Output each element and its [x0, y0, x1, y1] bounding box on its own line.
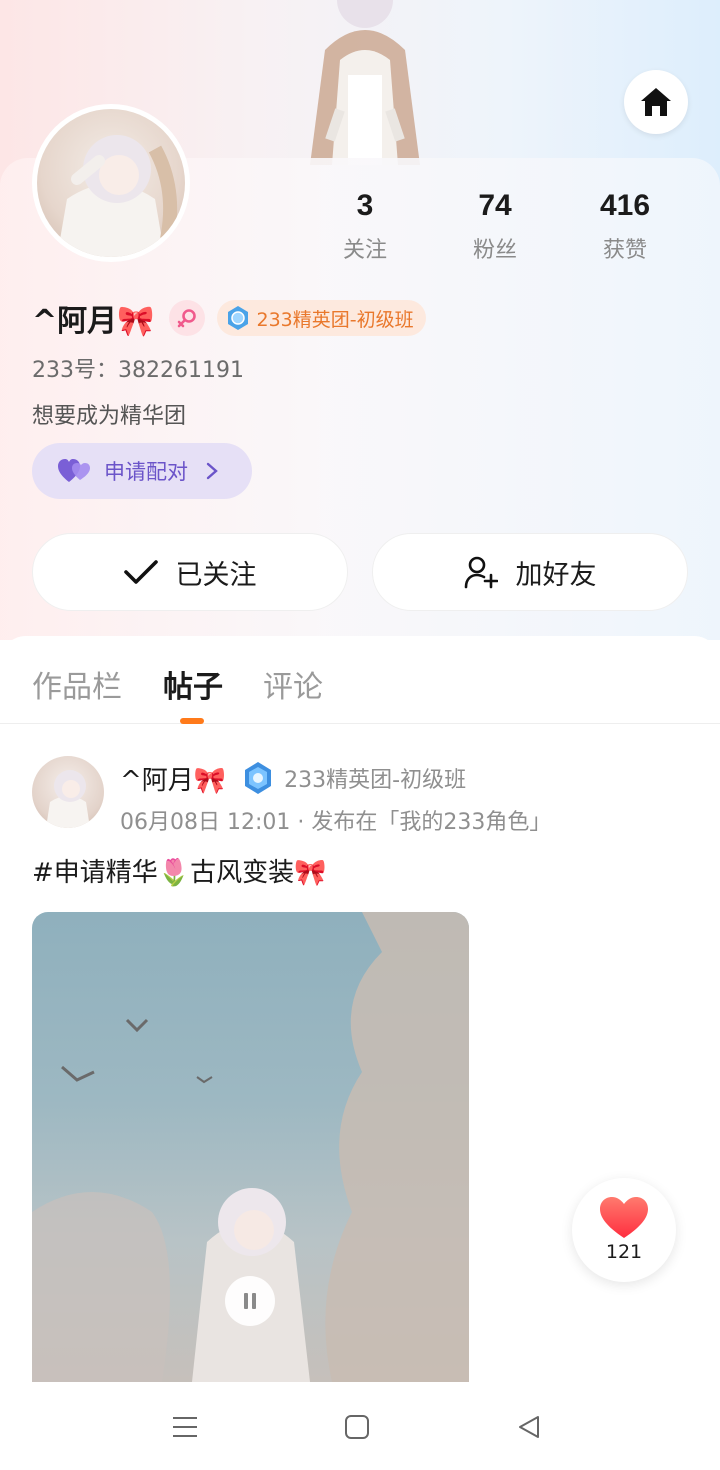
- checkmark-icon: [123, 560, 158, 584]
- stat-following[interactable]: 3 关注: [300, 186, 430, 264]
- square-home-icon: [345, 1415, 369, 1439]
- post-rank-badge: 233精英团-初级班: [240, 760, 466, 796]
- tab-comments[interactable]: 评论: [263, 662, 323, 706]
- apply-pair-label: 申请配对: [104, 460, 188, 484]
- stat-label: 获赞: [602, 238, 647, 263]
- stat-value: 416: [599, 189, 651, 222]
- followed-button[interactable]: 已关注: [32, 533, 348, 611]
- post-author-row: ^阿月🎀 233精英团-初级班: [120, 758, 466, 798]
- post-rank-label: 233精英团-初级班: [284, 768, 467, 793]
- post-title[interactable]: #申请精华🌷古风变装🎀: [32, 852, 327, 889]
- nav-back-button[interactable]: [512, 1410, 546, 1444]
- stat-followers[interactable]: 74 粉丝: [430, 186, 560, 264]
- avatar-image: [57, 135, 178, 257]
- home-icon: [641, 88, 671, 116]
- pause-button[interactable]: [225, 1276, 275, 1326]
- user-id[interactable]: 233号：382261191: [32, 352, 244, 384]
- rank-badge-label: 233精英团-初级班: [256, 308, 414, 331]
- stat-label: 关注: [342, 238, 387, 263]
- menu-icon: [173, 1417, 197, 1437]
- username-row: ^阿月🎀 233精英团-初级班: [32, 296, 426, 340]
- rank-badge[interactable]: 233精英团-初级班: [216, 300, 426, 336]
- add-friend-label: 加好友: [515, 559, 597, 591]
- post-author-avatar[interactable]: [32, 756, 104, 828]
- followed-label: 已关注: [175, 559, 257, 591]
- hearts-icon: [58, 459, 90, 482]
- post-avatar-image: [46, 770, 90, 828]
- post-video[interactable]: [32, 912, 469, 1382]
- profile-tabs: 作品栏 帖子 评论: [0, 636, 720, 724]
- pause-icon: [244, 1293, 256, 1309]
- gender-badge: [168, 300, 205, 336]
- content-sheet: 作品栏 帖子 评论 ^阿月🎀 233精英团-初级班 06月08日 12:01 ·…: [0, 636, 720, 1470]
- stat-likes[interactable]: 416 获赞: [560, 186, 690, 264]
- rank-medal-icon: [227, 306, 248, 330]
- profile-page: 3 关注 74 粉丝 416 获赞 ^阿月🎀 233精英团-初级班 233号：3…: [0, 0, 720, 1470]
- like-count: 121: [605, 1241, 643, 1263]
- apply-pair-button[interactable]: 申请配对: [32, 443, 252, 499]
- tab-posts[interactable]: 帖子: [163, 662, 223, 706]
- back-triangle-icon: [519, 1416, 539, 1438]
- stat-value: 74: [478, 189, 512, 222]
- username: ^阿月🎀: [32, 304, 155, 339]
- home-button[interactable]: [624, 70, 688, 134]
- active-tab-indicator: [180, 718, 204, 724]
- nav-home-button[interactable]: [340, 1410, 374, 1444]
- post-author-name[interactable]: ^阿月🎀: [120, 760, 226, 797]
- rank-medal-icon: [245, 762, 272, 794]
- add-user-icon: [464, 556, 498, 589]
- stat-label: 粉丝: [472, 238, 517, 263]
- chevron-right-icon: [206, 462, 218, 480]
- user-bio: 想要成为精华团: [32, 404, 187, 429]
- profile-stats: 3 关注 74 粉丝 416 获赞: [300, 186, 690, 264]
- nav-menu-button[interactable]: [168, 1410, 202, 1444]
- tab-works[interactable]: 作品栏: [32, 662, 122, 706]
- heart-icon: [600, 1197, 648, 1238]
- female-icon: [177, 309, 196, 328]
- banner-character-image: [310, 0, 420, 165]
- like-button[interactable]: 121: [572, 1178, 676, 1282]
- avatar[interactable]: [32, 104, 190, 262]
- add-friend-button[interactable]: 加好友: [372, 533, 688, 611]
- system-navigation-bar: [0, 1382, 720, 1470]
- stat-value: 3: [356, 189, 374, 222]
- post-meta: 06月08日 12:01 · 发布在「我的233角色」: [120, 810, 552, 835]
